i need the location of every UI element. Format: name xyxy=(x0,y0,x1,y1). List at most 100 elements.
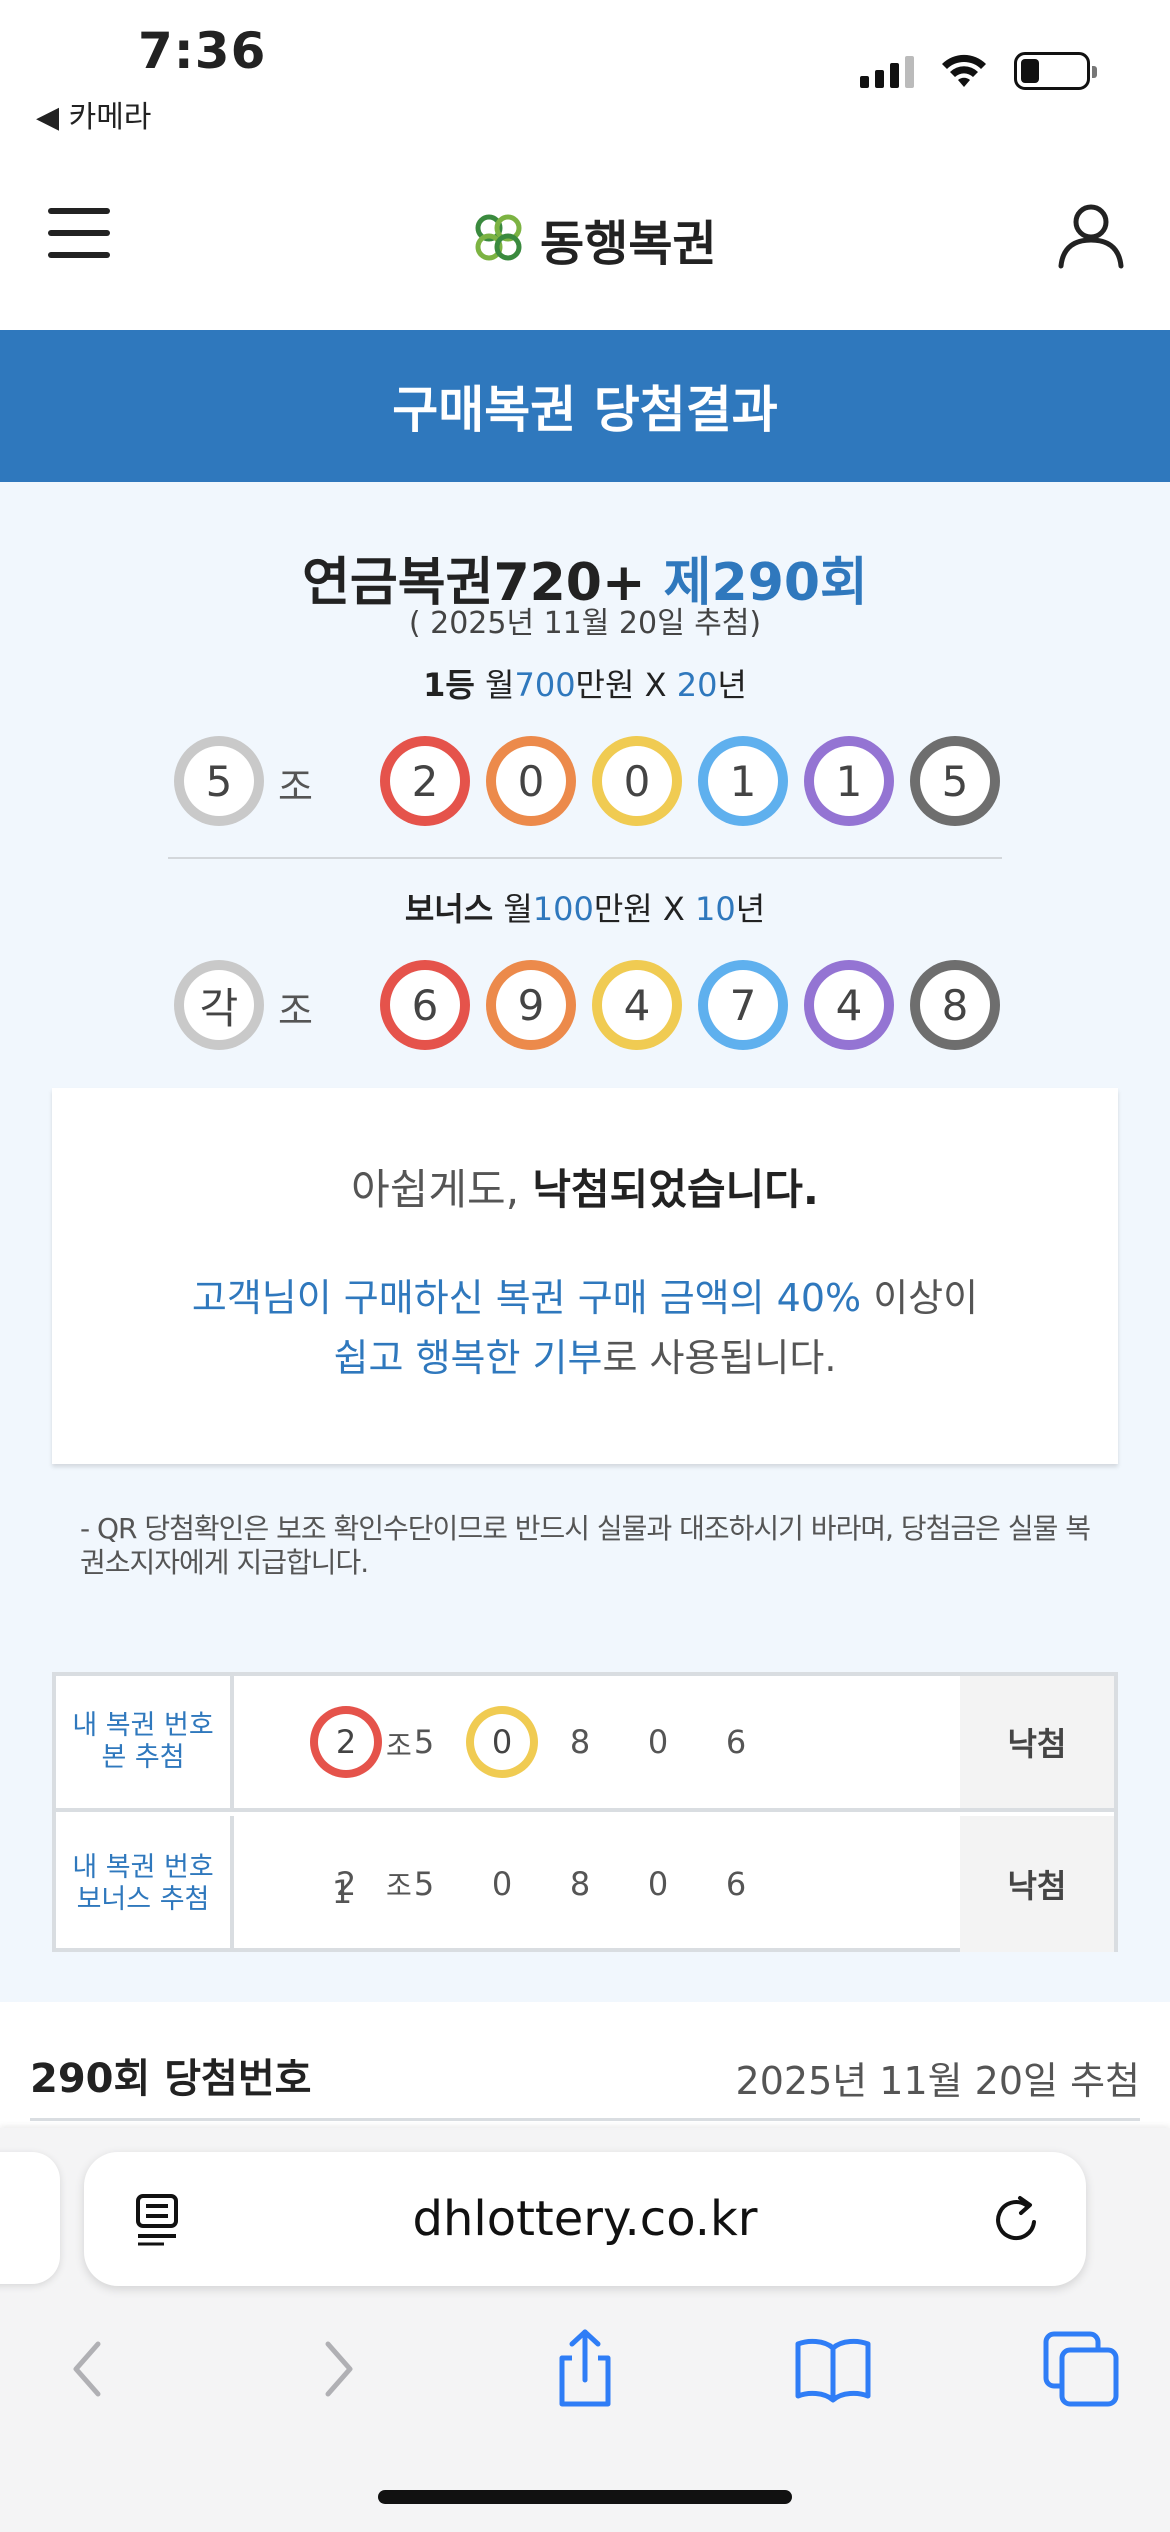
number-ball: 2 xyxy=(380,736,470,826)
battery-icon xyxy=(1014,52,1097,90)
bonus-prize-amount: 100 xyxy=(532,890,594,928)
winning-numbers-title: 290회 당첨번호 xyxy=(30,2056,312,2102)
site-header: 동행복권 xyxy=(0,150,1170,330)
ticket-digit: 0 xyxy=(647,1723,669,1761)
donation-text-2: 로 사용됩니다. xyxy=(602,1336,837,1380)
ticket-numbers: 1조250806 xyxy=(234,1816,958,1952)
ticket-digit: 6 xyxy=(725,1723,747,1761)
bonus-prize-monthly-prefix: 월 xyxy=(503,890,533,928)
divider xyxy=(168,857,1002,859)
donation-highlight-2: 쉽고 행복한 기부 xyxy=(333,1336,603,1380)
user-icon[interactable] xyxy=(1056,200,1126,270)
first-prize-years: 20 xyxy=(676,666,718,704)
row-label-line1: 내 복권 번호 xyxy=(72,1710,214,1741)
row-label-line2: 보너스 추첨 xyxy=(76,1884,210,1915)
address-bar[interactable]: dhlottery.co.kr xyxy=(84,2152,1086,2286)
first-prize-monthly-prefix: 월 xyxy=(485,666,515,704)
number-ball: 0 xyxy=(592,736,682,826)
page-title: 구매복권 당첨결과 xyxy=(392,381,778,439)
ticket-group-label: 조 xyxy=(386,1729,412,1762)
group-ball: 각 xyxy=(174,960,264,1050)
ticket-result: 낙첨 xyxy=(960,1816,1114,1952)
bonus-prize-unit: 만원 X xyxy=(593,890,695,928)
result-message-box: 아쉽게도, 낙첨되었습니다. 고객님이 구매하신 복권 구매 금액의 40% 이… xyxy=(52,1088,1118,1464)
ticket-result: 낙첨 xyxy=(960,1676,1114,1808)
browser-bottom-bar: dhlottery.co.kr xyxy=(0,2128,1170,2532)
wifi-icon xyxy=(942,54,986,87)
group-number: 각 xyxy=(184,970,254,1040)
group-label: 조 xyxy=(278,765,313,809)
first-prize-unit: 만원 X xyxy=(575,666,677,704)
bonus-prize-rank: 보너스 xyxy=(404,890,494,928)
number-ball: 8 xyxy=(910,960,1000,1050)
cellular-signal-icon xyxy=(860,54,914,88)
bonus-prize-years-unit: 년 xyxy=(735,890,766,928)
number-ball: 5 xyxy=(910,736,1000,826)
first-prize-balls: 5 조 200115 xyxy=(174,736,1004,828)
ticket-digit: 0 xyxy=(647,1865,669,1903)
hamburger-icon[interactable] xyxy=(48,208,110,260)
ticket-digit: 8 xyxy=(569,1865,591,1903)
ball-digit: 1 xyxy=(814,746,884,816)
status-icons xyxy=(860,52,1097,90)
number-ball: 9 xyxy=(486,960,576,1050)
bookmarks-icon[interactable] xyxy=(788,2324,878,2414)
browser-toolbar xyxy=(0,2324,1170,2444)
bonus-prize-years: 10 xyxy=(695,890,736,928)
previous-tab-peek[interactable] xyxy=(0,2152,60,2284)
result-headline: 아쉽게도, 낙첨되었습니다. xyxy=(52,1156,1118,1217)
group-number: 5 xyxy=(184,746,254,816)
site-logo[interactable]: 동행복권 xyxy=(470,204,717,274)
table-row: 내 복권 번호 보너스 추첨 1조250806 낙첨 xyxy=(56,1816,1114,1952)
ticket-digit: 2 xyxy=(318,1714,374,1770)
number-ball: 1 xyxy=(804,736,894,826)
ball-digit: 6 xyxy=(390,970,460,1040)
ball-digit: 4 xyxy=(814,970,884,1040)
result-prefix: 아쉽게도, xyxy=(351,1165,533,1214)
ticket-digit: 6 xyxy=(725,1865,747,1903)
result-status: 낙첨되었습니다. xyxy=(532,1165,819,1214)
reload-icon[interactable] xyxy=(990,2192,1046,2248)
my-ticket-table: 내 복권 번호본 추첨 1조250806 낙첨 내 복권 번호보너스 추첨 1조… xyxy=(52,1672,1118,1952)
number-ball: 1 xyxy=(698,736,788,826)
ticket-digit: 2 xyxy=(335,1865,357,1903)
forward-arrow-icon[interactable] xyxy=(294,2324,384,2414)
url-text[interactable]: dhlottery.co.kr xyxy=(84,2152,1086,2286)
number-ball: 6 xyxy=(380,960,470,1050)
number-ball: 4 xyxy=(592,960,682,1050)
matched-digit-ball: 0 xyxy=(466,1706,538,1778)
donation-highlight-1: 고객님이 구매하신 복권 구매 금액의 40% xyxy=(191,1276,862,1320)
first-prize-amount: 700 xyxy=(514,666,576,704)
first-prize-years-unit: 년 xyxy=(717,666,747,704)
ball-digit: 2 xyxy=(390,746,460,816)
winning-numbers-date: 2025년 11월 20일 추첨 xyxy=(735,2059,1140,2103)
row-label: 내 복권 번호 보너스 추첨 xyxy=(56,1816,234,1952)
group-ball: 5 xyxy=(174,736,264,826)
tabs-icon[interactable] xyxy=(1036,2324,1126,2414)
row-label: 내 복권 번호 본 추첨 xyxy=(56,1676,234,1808)
donation-message: 고객님이 구매하신 복권 구매 금액의 40% 이상이 쉽고 행복한 기부로 사… xyxy=(52,1268,1118,1388)
winning-numbers-table xyxy=(30,2118,1140,2128)
share-icon[interactable] xyxy=(540,2324,630,2414)
ticket-numbers: 1조250806 xyxy=(234,1676,958,1808)
page-banner: 구매복권 당첨결과 xyxy=(0,330,1170,482)
back-to-camera-link[interactable]: ◀ 카메라 xyxy=(36,92,151,136)
ball-digit: 1 xyxy=(708,746,778,816)
group-label: 조 xyxy=(278,989,313,1033)
number-ball: 4 xyxy=(804,960,894,1050)
ball-digit: 0 xyxy=(496,746,566,816)
ticket-digit: 0 xyxy=(491,1865,513,1903)
ticket-digit: 8 xyxy=(569,1723,591,1761)
matched-digit-ball: 2 xyxy=(310,1706,382,1778)
logo-text: 동행복권 xyxy=(540,216,717,272)
row-label-line2: 본 추첨 xyxy=(101,1742,185,1773)
clover-logo-icon xyxy=(475,214,522,261)
ticket-group-label: 조 xyxy=(386,1869,412,1902)
table-row: 내 복권 번호본 추첨 1조250806 낙첨 xyxy=(56,1676,1114,1812)
back-arrow-icon[interactable] xyxy=(42,2324,132,2414)
ball-digit: 7 xyxy=(708,970,778,1040)
ticket-digit: 5 xyxy=(413,1865,435,1903)
ticket-digit: 0 xyxy=(474,1714,530,1770)
ball-digit: 8 xyxy=(920,970,990,1040)
bonus-prize-line: 보너스 월100만원 X 10년 xyxy=(0,884,1170,930)
